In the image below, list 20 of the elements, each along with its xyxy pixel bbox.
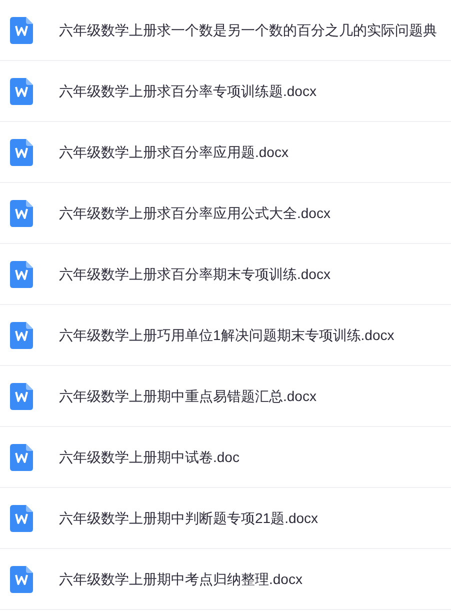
word-document-icon bbox=[10, 16, 33, 44]
file-name[interactable]: 六年级数学上册期中判断题专项21题.docx bbox=[59, 508, 318, 528]
word-document-icon bbox=[10, 382, 33, 410]
file-name[interactable]: 六年级数学上册期中考点归纳整理.docx bbox=[59, 568, 302, 590]
file-name[interactable]: 六年级数学上册求百分率应用题.docx bbox=[59, 142, 288, 162]
word-document-icon bbox=[10, 566, 33, 592]
word-document-icon bbox=[10, 504, 33, 532]
file-name[interactable]: 六年级数学上册求一个数是另一个数的百分之几的实际问题典 bbox=[59, 20, 437, 40]
file-name[interactable]: 六年级数学上册求百分率专项训练题.docx bbox=[59, 80, 316, 102]
file-name[interactable]: 六年级数学上册期中重点易错题汇总.docx bbox=[59, 386, 316, 406]
file-name[interactable]: 六年级数学上册求百分率期末专项训练.docx bbox=[59, 264, 330, 284]
word-document-icon bbox=[10, 78, 33, 104]
word-document-icon bbox=[10, 444, 33, 470]
file-name[interactable]: 六年级数学上册巧用单位1解决问题期末专项训练.docx bbox=[59, 324, 394, 346]
word-document-icon bbox=[10, 200, 33, 226]
word-document-icon bbox=[10, 260, 33, 288]
file-name[interactable]: 六年级数学上册期中试卷.doc bbox=[59, 446, 240, 468]
word-document-icon bbox=[10, 322, 33, 348]
word-document-icon bbox=[10, 138, 33, 166]
file-name[interactable]: 六年级数学上册求百分率应用公式大全.docx bbox=[59, 202, 330, 224]
